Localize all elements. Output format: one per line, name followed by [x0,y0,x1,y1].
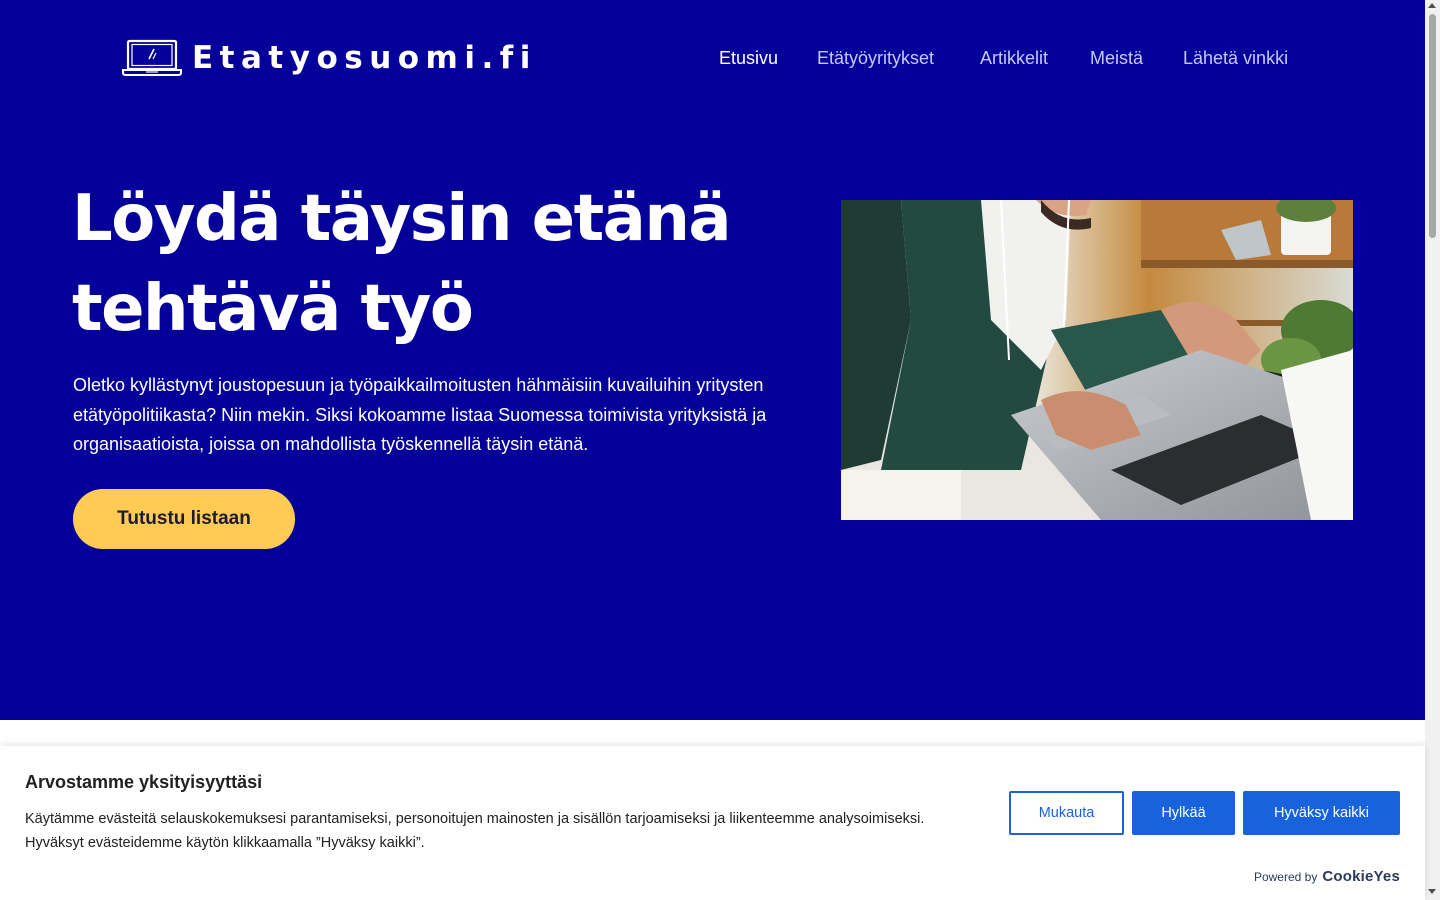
cookie-banner-text: Käytämme evästeitä selauskokemuksesi par… [25,811,925,851]
hero-title-line-1: Löydä täysin etänä [72,182,732,256]
scroll-up-arrow-icon[interactable] [1428,3,1436,8]
nav-item-artikkelit[interactable]: Artikkelit [980,46,1048,70]
cookie-banner-title: Arvostamme yksityisyyttäsi [25,772,263,792]
cookie-consent-banner: Arvostamme yksityisyyttäsi Käytämme eväs… [0,746,1425,900]
hero-image [841,200,1353,520]
laptop-icon [122,39,182,76]
hero-description: Oletko kyllästynyt joustopesuun ja työpa… [73,375,767,454]
scroll-down-arrow-icon[interactable] [1428,889,1436,894]
customize-button[interactable]: Mukauta [1009,791,1124,835]
powered-by-label: Powered by [1253,870,1318,884]
hero-title-line-2: tehtävä työ [72,272,474,346]
powered-by: Powered by CookieYes [1254,868,1400,885]
nav-item-etatyoyritykset[interactable]: Etätyöyritykset [817,46,934,70]
nav-item-laheta-vinkki[interactable]: Lähetä vinkki [1183,46,1288,70]
hero-section: Etatyosuomi.fi Etusivu Etätyöyritykset A… [0,0,1425,720]
logo-text: Etatyosuomi.fi [192,40,537,76]
nav-item-meista[interactable]: Meistä [1090,46,1143,70]
hero-title: Löydä täysin etänä tehtävä työ [72,174,792,354]
explore-list-button[interactable]: Tutustu listaan [73,489,295,549]
scroll-thumb[interactable] [1429,14,1436,238]
reject-button[interactable]: Hylkää [1132,791,1235,835]
nav-item-etusivu[interactable]: Etusivu [719,46,778,70]
cookieyes-logo[interactable]: CookieYes [1322,868,1400,885]
accept-all-button[interactable]: Hyväksy kaikki [1243,791,1400,835]
person-working-on-laptop-illustration [841,200,1353,520]
page-scrollbar[interactable] [1425,0,1440,900]
site-logo[interactable]: Etatyosuomi.fi [122,38,537,78]
